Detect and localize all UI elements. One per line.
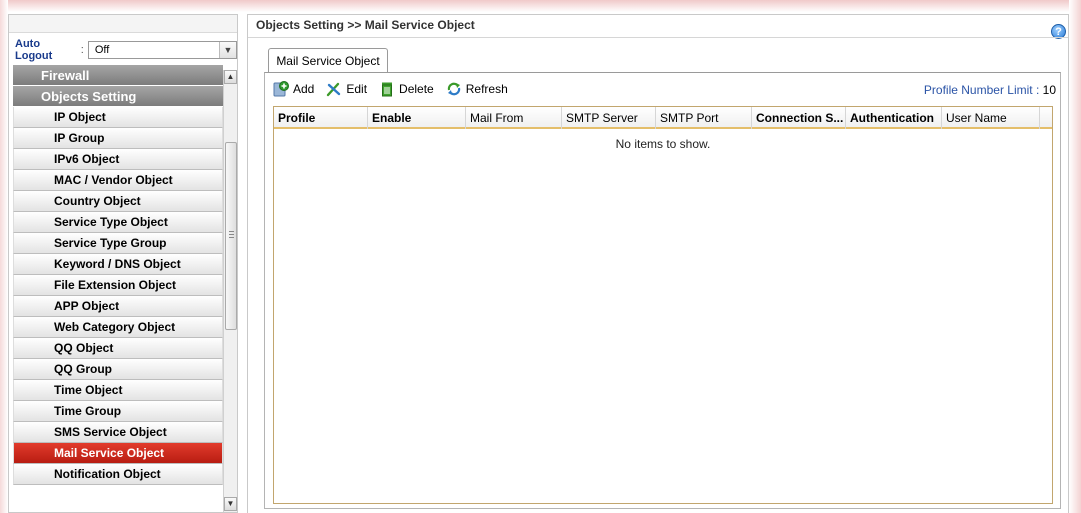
add-button[interactable]: Add xyxy=(273,81,314,97)
sidebar-item-service-type-group[interactable]: Service Type Group xyxy=(13,233,223,254)
column-header-smtp-port[interactable]: SMTP Port xyxy=(656,107,752,129)
auto-logout-separator: : xyxy=(80,44,84,56)
tab-content: Add Edit Delete Refresh Profile Number L… xyxy=(264,72,1061,509)
scrollbar-thumb[interactable] xyxy=(225,142,237,330)
auto-logout-label: Auto Logout xyxy=(15,38,53,62)
delete-button[interactable]: Delete xyxy=(379,81,434,97)
add-icon xyxy=(273,81,289,97)
sidebar-section-firewall[interactable]: Firewall xyxy=(13,65,223,86)
sidebar-item-sms-service-object[interactable]: SMS Service Object xyxy=(13,422,223,443)
sidebar-item-web-category-object[interactable]: Web Category Object xyxy=(13,317,223,338)
scrollbar-grip-icon xyxy=(229,231,234,238)
auto-logout-select[interactable]: Off ▼ xyxy=(87,41,237,59)
column-header-profile[interactable]: Profile xyxy=(274,107,368,129)
edit-button[interactable]: Edit xyxy=(326,81,367,97)
title-divider xyxy=(248,37,1068,38)
profile-limit: Profile Number Limit : 10 xyxy=(924,83,1056,97)
profile-limit-label: Profile Number Limit : xyxy=(923,83,1040,97)
sidebar-item-notification-object[interactable]: Notification Object xyxy=(13,464,223,485)
window-right-shadow xyxy=(1069,0,1081,513)
sidebar-item-qq-object[interactable]: QQ Object xyxy=(13,338,223,359)
auto-logout: Auto Logout : Off ▼ xyxy=(15,38,237,62)
toolbar: Add Edit Delete Refresh xyxy=(273,78,508,100)
window-top-shadow xyxy=(0,0,1081,12)
sidebar-item-keyword-dns-object[interactable]: Keyword / DNS Object xyxy=(13,254,223,275)
sidebar-item-country-object[interactable]: Country Object xyxy=(13,191,223,212)
column-header-connection-security[interactable]: Connection S... xyxy=(752,107,846,129)
column-header-user-name[interactable]: User Name xyxy=(942,107,1040,129)
trash-icon xyxy=(379,81,395,97)
add-label: Add xyxy=(293,82,315,96)
sidebar-item-time-group[interactable]: Time Group xyxy=(13,401,223,422)
sidebar-item-mac-vendor-object[interactable]: MAC / Vendor Object xyxy=(13,170,223,191)
column-header-authentication[interactable]: Authentication xyxy=(846,107,942,129)
chevron-down-icon[interactable]: ▼ xyxy=(219,42,236,58)
table-header: Profile Enable Mail From SMTP Server SMT… xyxy=(274,107,1052,129)
sidebar-item-time-object[interactable]: Time Object xyxy=(13,380,223,401)
sidebar-item-ip-group[interactable]: IP Group xyxy=(13,128,223,149)
sidebar-item-mail-service-object[interactable]: Mail Service Object xyxy=(13,443,223,464)
scroll-down-button[interactable]: ▼ xyxy=(224,497,237,511)
empty-table-message: No items to show. xyxy=(615,137,711,151)
delete-label: Delete xyxy=(399,82,434,96)
breadcrumb: Objects Setting >> Mail Service Object xyxy=(256,18,475,32)
sidebar-section-objects-setting[interactable]: Objects Setting xyxy=(13,86,223,107)
window-left-shadow xyxy=(0,0,8,513)
refresh-label: Refresh xyxy=(465,82,508,96)
refresh-button[interactable]: Refresh xyxy=(446,81,508,97)
main-panel: Objects Setting >> Mail Service Object ?… xyxy=(247,14,1069,513)
column-header-smtp-server[interactable]: SMTP Server xyxy=(562,107,656,129)
auto-logout-value: Off xyxy=(94,44,110,56)
sidebar-item-ipv6-object[interactable]: IPv6 Object xyxy=(13,149,223,170)
column-header-mail-from[interactable]: Mail From xyxy=(466,107,562,129)
scroll-up-button[interactable]: ▲ xyxy=(224,70,237,84)
refresh-icon xyxy=(446,81,462,97)
sidebar-menu: Firewall Objects Setting IP Object IP Gr… xyxy=(13,65,223,512)
profile-limit-value: 10 xyxy=(1042,83,1056,97)
sidebar-item-service-type-object[interactable]: Service Type Object xyxy=(13,212,223,233)
sidebar-scrollbar[interactable]: ▲ ▼ xyxy=(223,70,237,512)
sidebar-item-app-object[interactable]: APP Object xyxy=(13,296,223,317)
sidebar: Auto Logout : Off ▼ Firewall Objects Set… xyxy=(8,14,238,513)
tab-mail-service-object[interactable]: Mail Service Object xyxy=(268,48,388,73)
sidebar-top-strip xyxy=(9,15,237,33)
sidebar-item-file-extension-object[interactable]: File Extension Object xyxy=(13,275,223,296)
column-header-enable[interactable]: Enable xyxy=(368,107,466,129)
profile-table: Profile Enable Mail From SMTP Server SMT… xyxy=(273,106,1053,504)
sidebar-item-ip-object[interactable]: IP Object xyxy=(13,107,223,128)
edit-label: Edit xyxy=(346,82,368,96)
edit-icon xyxy=(326,81,342,97)
sidebar-item-qq-group[interactable]: QQ Group xyxy=(13,359,223,380)
